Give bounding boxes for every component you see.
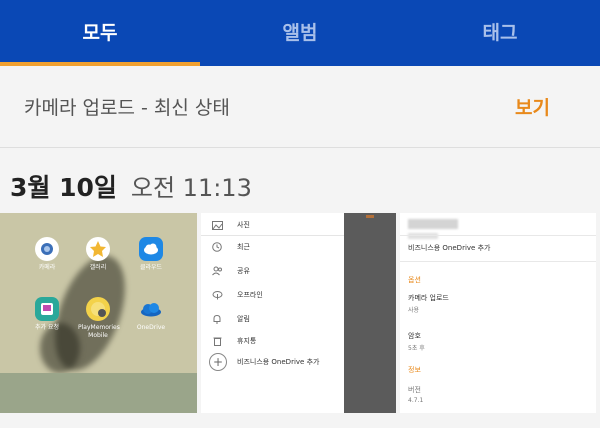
app-gallery-label: 갤러리 (89, 264, 107, 271)
onedrive-cloud-icon (139, 297, 163, 321)
settings-camera-upload-state: 사용 (408, 307, 420, 314)
settings-version-value: 4.7.1 (408, 397, 424, 404)
tab-tags-label: 태그 (482, 21, 518, 44)
dock-strip (0, 373, 197, 413)
tab-albums-label: 앨범 (282, 21, 318, 44)
menu-item-photos: 사진 (211, 219, 250, 231)
menu-item-recent-label: 최근 (237, 243, 250, 251)
app-camera: 카메라 (27, 237, 67, 272)
camera-app-icon (35, 237, 59, 261)
menu-item-shared: 공유 (211, 265, 250, 277)
request-app-icon (35, 297, 59, 321)
app-camera-label: 카메라 (38, 264, 56, 271)
menu-item-photos-label: 사진 (237, 221, 250, 229)
settings-passcode: 암호 (408, 332, 421, 340)
settings-divider (400, 235, 596, 236)
settings-section-info: 정보 (408, 366, 421, 374)
orange-marker (366, 215, 374, 218)
photo-thumbnail-settings[interactable]: 비즈니스용 OneDrive 추가 옵션 카메라 업로드 사용 암호 5초 후 … (400, 213, 596, 413)
people-icon (211, 265, 223, 277)
app-cloud: 클라우드 (131, 237, 171, 272)
tab-albums[interactable]: 앨범 (200, 0, 400, 62)
blurred-account-email (408, 233, 438, 239)
app-request: 추가 요청 (27, 297, 67, 332)
app-request-label: 추가 요청 (35, 324, 59, 331)
photo-thumbnail-menu[interactable]: 사진 최근 공유 오프라인 알림 휴지통 + 비즈니스용 OneDrive 추가 (201, 213, 396, 413)
menu-item-trash: 휴지통 (211, 335, 256, 347)
tab-bar: 모두 앨범 태그 (0, 0, 600, 66)
settings-add-business: 비즈니스용 OneDrive 추가 (408, 244, 491, 252)
menu-item-add-business-label: 비즈니스용 OneDrive 추가 (237, 358, 320, 366)
menu-item-recent: 최근 (211, 241, 250, 253)
date-group-day: 3월 10일 (10, 173, 117, 202)
image-icon (211, 219, 223, 231)
camera-upload-status: 카메라 업로드 - 최신 상태 (24, 97, 230, 119)
menu-item-add-business: + 비즈니스용 OneDrive 추가 (209, 353, 319, 371)
date-group-header: 3월 10일 오전 11:13 (10, 168, 252, 204)
trash-icon (211, 335, 223, 347)
menu-item-offline-label: 오프라인 (237, 291, 263, 299)
dimmed-overlay (344, 213, 396, 413)
clock-icon (211, 241, 223, 253)
app-onedrive-label: OneDrive (136, 324, 166, 331)
settings-divider (400, 261, 596, 262)
photo-grid: 카메라 갤러리 클라우드 추가 요청 PlayMemories Mobile O… (0, 213, 600, 413)
menu-item-notifications: 알림 (211, 313, 250, 325)
date-group-time: 오전 11:13 (130, 174, 252, 202)
settings-version-label: 버전 (408, 386, 421, 394)
gallery-app-icon (86, 237, 110, 261)
bell-icon (211, 313, 223, 325)
offline-icon (211, 289, 223, 301)
tab-all[interactable]: 모두 (0, 0, 200, 66)
app-playmemories: PlayMemories Mobile (78, 297, 120, 340)
view-button[interactable]: 보기 (515, 93, 576, 120)
settings-section-options: 옵션 (408, 276, 421, 284)
photo-thumbnail-home-screen[interactable]: 카메라 갤러리 클라우드 추가 요청 PlayMemories Mobile O… (0, 213, 197, 413)
playmemories-app-icon (86, 297, 110, 321)
app-playmemories-label: PlayMemories Mobile (78, 324, 120, 339)
app-cloud-label: 클라우드 (139, 264, 163, 271)
settings-passcode-value: 5초 후 (408, 345, 425, 352)
tab-tags[interactable]: 태그 (400, 0, 600, 62)
menu-divider (201, 235, 344, 236)
menu-item-trash-label: 휴지통 (237, 337, 257, 345)
menu-item-notifications-label: 알림 (237, 315, 250, 323)
camera-upload-bar: 카메라 업로드 - 최신 상태 보기 (0, 66, 600, 148)
app-onedrive: OneDrive (131, 297, 171, 332)
nav-menu: 사진 최근 공유 오프라인 알림 휴지통 + 비즈니스용 OneDrive 추가 (201, 213, 344, 413)
cloud-app-icon (139, 237, 163, 261)
menu-item-offline: 오프라인 (211, 289, 263, 301)
app-gallery: 갤러리 (78, 237, 118, 272)
settings-camera-upload: 카메라 업로드 (408, 294, 449, 302)
plus-icon: + (209, 353, 227, 371)
tab-all-label: 모두 (82, 21, 118, 44)
blurred-account-name (408, 219, 458, 229)
menu-item-shared-label: 공유 (237, 267, 250, 275)
